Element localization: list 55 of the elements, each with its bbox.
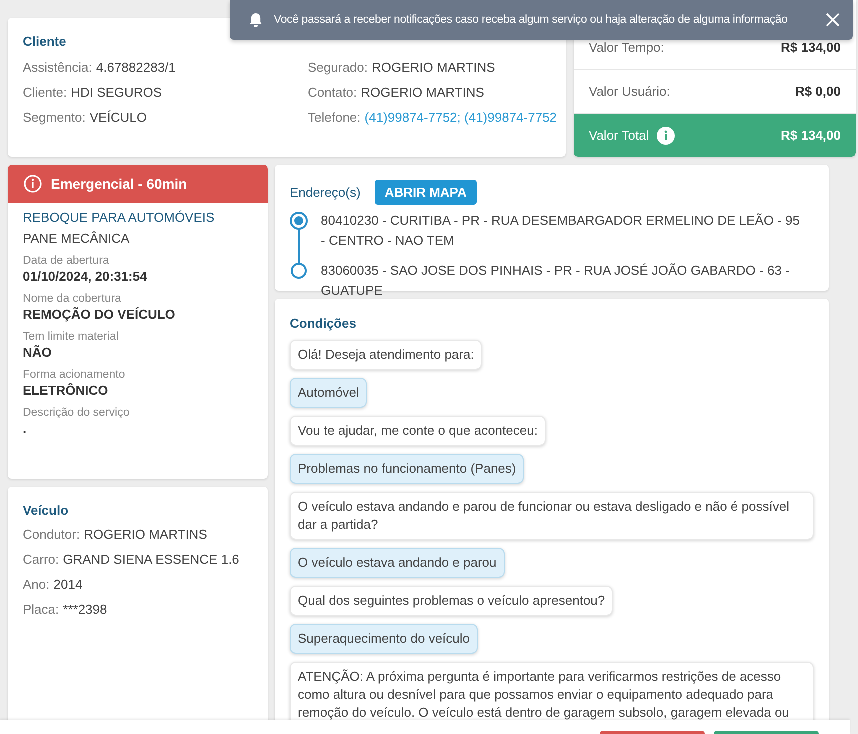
field-value: ROGERIO MARTINS [84, 527, 208, 542]
detail-value: ELETRÔNICO [23, 383, 110, 398]
value-label: Valor Total [589, 128, 650, 143]
field-label: Cliente: [23, 85, 68, 100]
field-label: Ano: [23, 577, 50, 592]
phone-link[interactable]: (41)99874-7752; (41)99874-7752 [364, 110, 558, 125]
field-value: VEÍCULO [90, 110, 147, 125]
answer-bubble: O veículo estava andando e parou [290, 548, 505, 578]
value-amount: R$ 134,00 [781, 128, 841, 143]
detail-label: Descrição do serviço [23, 407, 131, 419]
section-title: Condições [290, 316, 358, 331]
notification-text: Você passará a receber notificações caso receba algum serviço ou haja alteração de alguma informação [274, 14, 789, 26]
value-label: Valor Tempo: [589, 40, 664, 55]
section-title: Cliente [23, 34, 68, 49]
detail-value: REMOÇÃO DO VEÍCULO [23, 307, 176, 322]
value-amount: R$ 134,00 [781, 40, 841, 55]
section-title: Veículo [23, 503, 70, 518]
service-type: PANE MECÂNICA [23, 231, 131, 246]
field-value: 4.67882283/1 [96, 60, 176, 75]
priority-label: Emergencial - 60min [51, 176, 188, 192]
field-label: Segurado: [308, 60, 368, 75]
field-value: ROGERIO MARTINS [361, 85, 484, 100]
service-title: REBOQUE PARA AUTOMÓVEIS [23, 210, 216, 225]
question-bubble: Qual dos seguintes problemas o veículo apresentou? [290, 586, 614, 616]
answer-bubble: Superaquecimento do veículo [290, 624, 478, 654]
detail-value: 01/10/2024, 20:31:54 [23, 269, 148, 284]
detail-label: Nome da cobertura [23, 293, 122, 305]
answer-bubble: Automóvel [290, 378, 368, 408]
value-label: Valor Usuário: [589, 84, 670, 99]
field-label: Condutor: [23, 527, 80, 542]
field-label: Carro: [23, 552, 60, 567]
field-value: HDI SEGUROS [71, 85, 162, 100]
detail-value: . [23, 421, 28, 436]
open-map-button[interactable]: ABRIR MAPA [374, 180, 477, 205]
question-bubble: O veículo estava andando e parou de funcionar ou estava desligado e não é possível dar a partida? [290, 492, 814, 540]
section-title: Endereço(s) [290, 185, 361, 200]
detail-label: Tem limite material [23, 331, 120, 343]
detail-value: NÃO [23, 345, 53, 360]
field-value: GRAND SIENA ESSENCE 1.6 [63, 552, 240, 567]
question-bubble: Vou te ajudar, me conte o que aconteceu: [290, 416, 546, 446]
field-value: ***2398 [63, 602, 108, 617]
field-label: Assistência: [23, 60, 92, 75]
field-label: Placa: [23, 602, 60, 617]
question-bubble: Olá! Deseja atendimento para: [290, 340, 482, 370]
field-label: Segmento: [23, 110, 86, 125]
address-text: 83060035 - SAO JOSE DOS PINHAIS - PR - RUA JOSÉ JOÃO GABARDO - 63 - GUATUPE [321, 262, 791, 300]
detail-label: Data de abertura [23, 255, 110, 267]
answer-bubble: Problemas no funcionamento (Panes) [290, 454, 524, 484]
field-value: 2014 [54, 577, 83, 592]
value-amount: R$ 0,00 [795, 84, 841, 99]
detail-label: Forma acionamento [23, 369, 126, 381]
field-label: Contato: [308, 85, 358, 100]
field-label: Telefone: [308, 110, 361, 125]
address-text: 80410230 - CURITIBA - PR - RUA DESEMBARGADOR ERMELINO DE LEÃO - 95 - CENTRO - NAO TEM [321, 212, 801, 250]
field-value: ROGERIO MARTINS [372, 60, 496, 75]
